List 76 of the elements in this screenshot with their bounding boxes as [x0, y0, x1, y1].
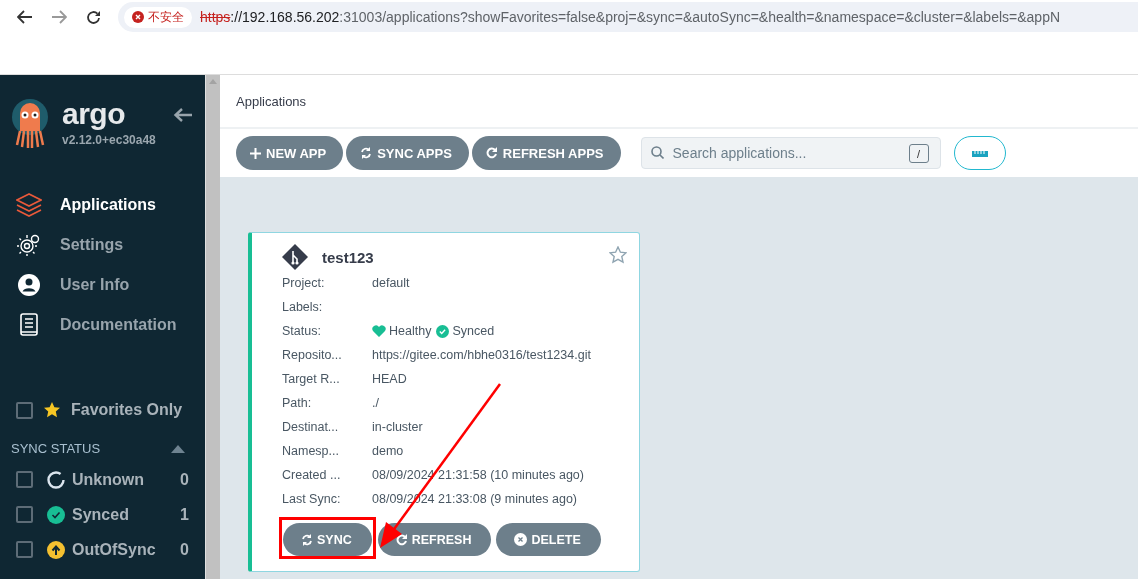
arrow-up-circle-icon: [47, 540, 65, 559]
toolbar-button[interactable]: NEW APP: [236, 136, 344, 170]
check-circle-icon: [47, 505, 65, 524]
close-icon: [514, 533, 528, 546]
field-label: Status:: [282, 324, 322, 338]
delete-button[interactable]: DELETE: [496, 523, 601, 556]
field-value: https://gitee.com/hbhe0316/test1234.git: [372, 348, 591, 362]
refresh-icon: [395, 533, 408, 546]
field-label: Created ...: [282, 468, 342, 482]
nav-item[interactable]: Documentation: [16, 305, 205, 345]
field-label: Reposito...: [282, 348, 343, 362]
url-text: https://192.168.56.202:31003/applications?showFavorites=false&proj=&sync=&autoSync=&health=&namespace=&cluster=&labels=&appN: [200, 9, 1061, 25]
field-label: Destinat...: [282, 420, 340, 434]
health-status: Healthy: [389, 324, 432, 338]
sync-status: Synced: [452, 324, 495, 338]
field-value: ./: [372, 396, 379, 410]
logo-text: argo: [62, 99, 126, 129]
nav-item[interactable]: User Info: [16, 265, 205, 305]
field-label: Labels:: [282, 300, 324, 314]
field-value: demo: [372, 444, 404, 458]
check-circle-icon: [436, 324, 450, 338]
gears-icon: [17, 233, 41, 257]
sync-button[interactable]: SYNC: [283, 523, 372, 556]
section-title: SYNC STATUS: [11, 441, 101, 456]
sync-icon: [301, 533, 313, 546]
user-icon: [18, 274, 40, 296]
address-bar[interactable]: 不安全 https://192.168.56.202:31003/applications?showFavorites=false&proj=&sync=&autoSync=&health=&namespace=&cluster=&labels=&appN: [118, 2, 1138, 32]
filter-label: OutOfSync: [72, 540, 157, 559]
field-value: default: [372, 276, 410, 290]
checkbox[interactable]: [16, 471, 33, 488]
git-icon: [282, 244, 308, 270]
field-value: in-cluster: [372, 420, 423, 434]
error-icon: [132, 11, 144, 23]
back-icon[interactable]: [17, 10, 33, 24]
filter-label: Unknown: [72, 470, 145, 489]
spinner-icon: [47, 470, 65, 489]
nav-item[interactable]: Settings: [16, 225, 205, 265]
field-label: Path:: [282, 396, 313, 410]
field-label: Last Sync:: [282, 492, 342, 506]
checkbox[interactable]: [16, 506, 33, 523]
view-toggle-button[interactable]: [953, 136, 1006, 170]
heart-icon: [372, 325, 386, 337]
book-icon: [19, 313, 39, 337]
checkbox[interactable]: [16, 541, 33, 558]
nav-item[interactable]: Applications: [16, 185, 205, 225]
layers-icon: [16, 193, 42, 217]
shortcut-key: /: [908, 144, 929, 163]
ruler-icon: [971, 149, 988, 157]
reload-icon[interactable]: [85, 9, 101, 25]
toolbar-button[interactable]: SYNC APPS: [346, 136, 469, 170]
toolbar-button[interactable]: REFRESH APPS: [471, 136, 621, 170]
back-arrow-icon[interactable]: [173, 107, 193, 123]
field-value: HEAD: [372, 372, 407, 386]
application-card[interactable]: [248, 232, 640, 572]
field-value: 08/09/2024 21:31:58 (10 minutes ago): [372, 468, 584, 482]
caret-up-icon[interactable]: [171, 445, 185, 453]
filter-count: 0: [180, 470, 190, 489]
favorites-label: Favorites Only: [71, 401, 183, 419]
star-icon: [43, 401, 61, 419]
sync-icon: [360, 147, 373, 159]
octopus-logo-icon: [10, 99, 50, 151]
page-title: Applications: [236, 93, 307, 109]
checkbox[interactable]: [16, 401, 33, 419]
field-label: Namesp...: [282, 444, 340, 458]
forward-icon[interactable]: [51, 10, 67, 24]
field-label: Project:: [282, 276, 326, 290]
filter-label: Synced: [72, 505, 130, 524]
plus-icon: [250, 147, 261, 159]
refresh-button[interactable]: REFRESH: [377, 523, 492, 556]
filter-count: 1: [180, 505, 190, 524]
field-label: Target R...: [282, 372, 341, 386]
star-icon[interactable]: [609, 246, 627, 264]
filter-count: 0: [180, 540, 190, 559]
app-name[interactable]: test123: [322, 248, 595, 266]
refresh-icon: [485, 147, 498, 159]
version-label: v2.12.0+ec30a48: [62, 133, 157, 147]
